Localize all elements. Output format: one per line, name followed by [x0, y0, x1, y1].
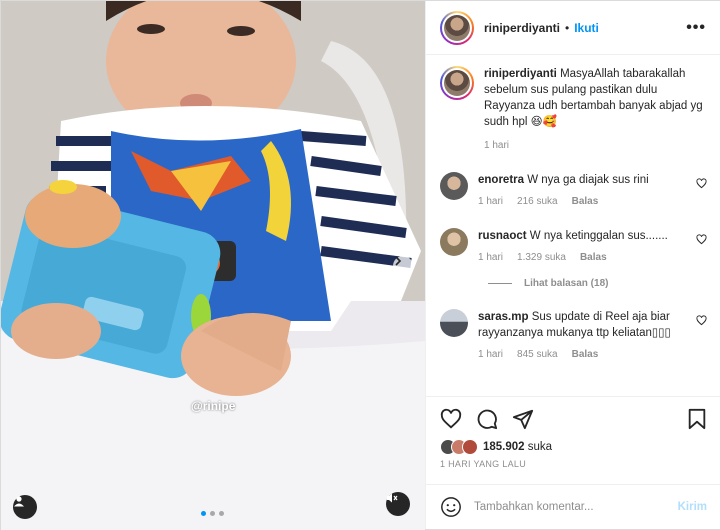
view-replies-label: Lihat balasan (18) [524, 278, 609, 289]
follow-button[interactable]: Ikuti [574, 21, 599, 35]
likes-count[interactable]: 185.902 suka [483, 441, 552, 453]
view-replies-button[interactable]: Lihat balasan (18) [488, 278, 707, 289]
likes-row: 185.902 suka [440, 439, 707, 455]
heart-icon[interactable] [696, 178, 707, 192]
caption-username[interactable]: riniperdiyanti [484, 68, 557, 80]
comment-icon[interactable] [476, 408, 498, 430]
comment-likes[interactable]: 216 suka [517, 194, 558, 210]
next-media-button[interactable] [393, 256, 413, 276]
comment-time: 1 hari [478, 252, 504, 263]
carousel-dot [210, 511, 215, 516]
watermark-text: @rinipe [191, 399, 236, 413]
comment-time: 1 hari [478, 349, 504, 360]
heart-icon[interactable] [696, 234, 707, 248]
user-tag-icon [14, 496, 24, 507]
emoji-icon[interactable] [440, 496, 462, 518]
add-comment-bar: Kirim [426, 484, 720, 529]
carousel-dot [219, 511, 224, 516]
user-tag-button[interactable] [13, 495, 37, 519]
comment-input[interactable] [474, 501, 678, 513]
post-dialog: @rinipe riniperdiyanti • Ikuti ••• rinip… [0, 0, 720, 530]
comment-likes[interactable]: 1.329 suka [517, 250, 566, 266]
comment-item: rusnaoct W nya ketinggalan sus....... 1 … [440, 228, 707, 266]
post-date: 1 HARI YANG LALU [440, 459, 526, 469]
comment-item: enoretra W nya ga diajak sus rini 1 hari… [440, 172, 707, 210]
comment-avatar[interactable] [440, 172, 468, 200]
heart-icon[interactable] [696, 315, 707, 329]
bookmark-icon[interactable] [687, 408, 707, 430]
header-username[interactable]: riniperdiyanti [484, 21, 560, 35]
share-icon[interactable] [512, 408, 534, 430]
post-comment-button[interactable]: Kirim [678, 501, 707, 513]
mute-icon [387, 493, 398, 503]
comment-username[interactable]: saras.mp [478, 311, 529, 323]
comment-avatar[interactable] [440, 228, 468, 256]
chevron-right-icon [395, 256, 402, 266]
carousel-dot-active [201, 511, 206, 516]
more-icon[interactable]: ••• [686, 19, 706, 37]
caption: riniperdiyanti MasyaAllah tabarakallah s… [440, 66, 707, 154]
caption-time: 1 hari [484, 140, 510, 151]
mute-button[interactable] [386, 492, 410, 516]
post-side-panel: riniperdiyanti • Ikuti ••• riniperdiyant… [425, 1, 720, 529]
post-media[interactable]: @rinipe [1, 1, 425, 530]
reply-button[interactable]: Balas [580, 250, 607, 266]
header-separator: • [565, 20, 570, 35]
comment-avatar[interactable] [440, 309, 468, 337]
video-frame-illustration [1, 1, 425, 530]
comment-time: 1 hari [478, 196, 504, 207]
caption-avatar[interactable] [440, 66, 474, 100]
comments-list[interactable]: riniperdiyanti MasyaAllah tabarakallah s… [426, 56, 720, 396]
comment-likes[interactable]: 845 suka [517, 347, 558, 363]
like-heart-icon[interactable] [440, 408, 462, 430]
comment-item: saras.mp Sus update di Reel aja biar ray… [440, 309, 707, 363]
comment-username[interactable]: rusnaoct [478, 230, 527, 242]
comment-text: W nya ketinggalan sus....... [529, 230, 668, 242]
post-actions: 185.902 suka 1 HARI YANG LALU [426, 396, 720, 484]
reply-button[interactable]: Balas [572, 194, 599, 210]
liker-avatars[interactable] [440, 439, 478, 455]
comment-text: W nya ga diajak sus rini [527, 174, 649, 186]
post-header: riniperdiyanti • Ikuti ••• [426, 1, 720, 55]
reply-button[interactable]: Balas [572, 347, 599, 363]
comment-username[interactable]: enoretra [478, 174, 524, 186]
avatar[interactable] [440, 10, 474, 45]
carousel-indicator [201, 511, 224, 516]
